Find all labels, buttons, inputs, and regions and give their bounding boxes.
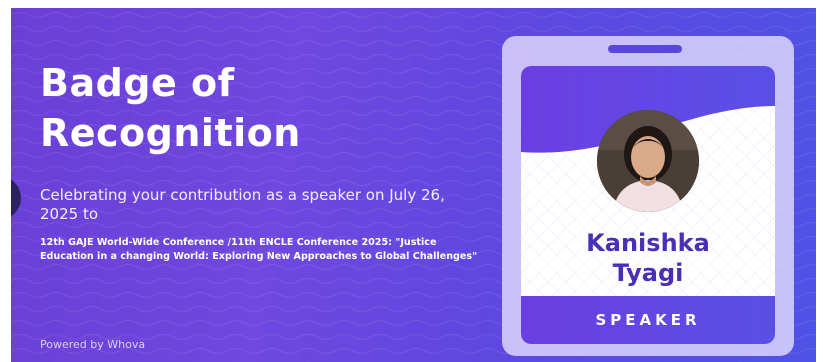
banner-title: Badge of Recognition — [40, 61, 301, 155]
badge-last-name: Tyagi — [612, 259, 684, 287]
badge-card: Kanishka Tyagi SPEAKER — [521, 66, 775, 344]
portrait-photo — [597, 110, 699, 212]
role-bar: SPEAKER — [521, 296, 775, 344]
badge-first-name: Kanishka — [586, 229, 710, 257]
role-label: SPEAKER — [595, 311, 701, 329]
powered-by-footer: Powered by Whova — [40, 338, 146, 351]
conference-name: 12th GAJE World-Wide Conference /11th EN… — [40, 237, 478, 262]
recognition-banner: Badge of Recognition Celebrating your co… — [11, 8, 816, 362]
lanyard-slot — [608, 45, 682, 53]
speaker-avatar — [597, 110, 699, 212]
speaker-badge: Kanishka Tyagi SPEAKER — [502, 36, 794, 356]
banner-subtitle: Celebrating your contribution as a speak… — [40, 186, 445, 223]
